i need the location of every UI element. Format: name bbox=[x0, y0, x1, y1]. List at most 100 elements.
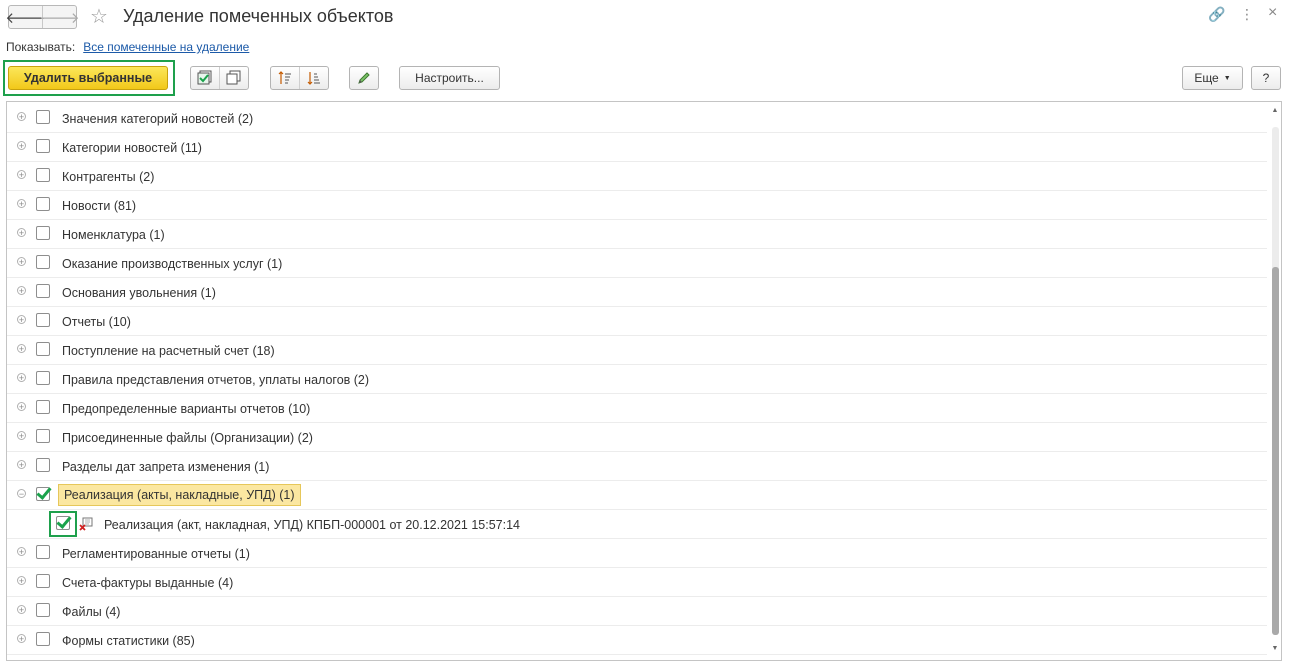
check-all-icon[interactable] bbox=[191, 67, 219, 89]
tree-row[interactable]: + Регламентированные отчеты (1) bbox=[7, 539, 1267, 568]
tree-row-label: Присоединенные файлы (Организации) (2) bbox=[62, 431, 313, 445]
tree-row-label: Предопределенные варианты отчетов (10) bbox=[62, 402, 311, 416]
filter-link[interactable]: Все помеченные на удаление bbox=[83, 40, 249, 54]
tree-row[interactable]: + Отчеты (10) bbox=[7, 307, 1267, 336]
delete-selected-button[interactable]: Удалить выбранные bbox=[8, 66, 168, 90]
tree-row-label: Разделы дат запрета изменения (1) bbox=[62, 460, 270, 474]
tree-row-label: Правила представления отчетов, уплаты на… bbox=[62, 373, 370, 387]
expand-icon[interactable]: + bbox=[17, 257, 26, 267]
tree-row[interactable]: + Номенклатура (1) bbox=[7, 220, 1267, 249]
tree-row-label: Поступление на расчетный счет (18) bbox=[62, 344, 275, 358]
tree-row[interactable]: + Разделы дат запрета изменения (1) bbox=[7, 452, 1267, 481]
expand-icon[interactable]: + bbox=[17, 576, 26, 586]
row-checkbox[interactable] bbox=[36, 574, 50, 588]
row-checkbox[interactable] bbox=[36, 603, 50, 617]
row-checkbox[interactable] bbox=[36, 139, 50, 153]
tree-row-label: Реализация (акт, накладная, УПД) КПБП-00… bbox=[104, 518, 521, 532]
expand-icon[interactable]: + bbox=[17, 286, 26, 296]
expand-icon[interactable]: + bbox=[17, 170, 26, 180]
expand-icon[interactable]: + bbox=[17, 402, 26, 412]
tree-row[interactable]: + Поступление на расчетный счет (18) bbox=[7, 336, 1267, 365]
more-icon[interactable]: ⋮ bbox=[1240, 6, 1254, 23]
expand-icon[interactable]: + bbox=[17, 315, 26, 325]
row-checkbox[interactable] bbox=[36, 197, 50, 211]
navigation-buttons: 🡐 🡒 bbox=[5, 5, 80, 29]
expand-icon[interactable]: + bbox=[17, 228, 26, 238]
tree-row[interactable]: + Контрагенты (2) bbox=[7, 162, 1267, 191]
expand-icon[interactable]: + bbox=[17, 112, 26, 122]
title-bar: 🡐 🡒 ☆ Удаление помеченных объектов 🔗 ⋮ × bbox=[0, 0, 1289, 34]
forward-arrow-icon[interactable]: 🡒 bbox=[39, 6, 80, 28]
scroll-thumb[interactable] bbox=[1272, 267, 1279, 635]
expand-icon[interactable]: + bbox=[17, 141, 26, 151]
row-checkbox-checked[interactable] bbox=[36, 487, 50, 501]
vertical-scrollbar[interactable]: ▲ ▼ bbox=[1271, 105, 1279, 657]
row-checkbox[interactable] bbox=[36, 313, 50, 327]
tree-row-label: Номенклатура (1) bbox=[62, 228, 165, 242]
tree-row[interactable]: + Оказание производственных услуг (1) bbox=[7, 249, 1267, 278]
check-buttons-group bbox=[190, 66, 249, 90]
document-marked-for-deletion-icon bbox=[79, 517, 93, 531]
expand-icon[interactable]: + bbox=[17, 605, 26, 615]
expand-icon[interactable]: + bbox=[17, 634, 26, 644]
row-checkbox[interactable] bbox=[36, 400, 50, 414]
favorite-star-icon[interactable]: ☆ bbox=[90, 4, 108, 29]
tree-row-label: Новости (81) bbox=[62, 199, 137, 213]
row-checkbox[interactable] bbox=[36, 255, 50, 269]
marked-objects-tree: + Значения категорий новостей (2) + Кате… bbox=[6, 101, 1282, 661]
expand-icon[interactable]: + bbox=[17, 344, 26, 354]
sort-ascending-icon[interactable] bbox=[271, 67, 299, 89]
page-title: Удаление помеченных объектов bbox=[123, 6, 394, 26]
help-button[interactable]: ? bbox=[1251, 66, 1281, 90]
tree-row[interactable]: + Файлы (4) bbox=[7, 597, 1267, 626]
row-checkbox[interactable] bbox=[36, 284, 50, 298]
tree-row[interactable]: + Счета-фактуры выданные (4) bbox=[7, 568, 1267, 597]
row-checkbox[interactable] bbox=[36, 226, 50, 240]
tree-row[interactable]: + Предопределенные варианты отчетов (10) bbox=[7, 394, 1267, 423]
tree-row[interactable]: + Категории новостей (11) bbox=[7, 133, 1267, 162]
row-checkbox[interactable] bbox=[36, 168, 50, 182]
edit-button[interactable] bbox=[349, 66, 379, 90]
back-arrow-icon[interactable]: 🡐 bbox=[5, 6, 45, 28]
scroll-up-icon[interactable]: ▲ bbox=[1271, 107, 1279, 114]
row-checkbox[interactable] bbox=[36, 371, 50, 385]
sort-descending-icon[interactable] bbox=[299, 67, 328, 89]
tree-row-label: Оказание производственных услуг (1) bbox=[62, 257, 283, 271]
tree-row[interactable]: + Новости (81) bbox=[7, 191, 1267, 220]
more-button[interactable]: Еще ▼ bbox=[1182, 66, 1243, 90]
row-checkbox[interactable] bbox=[36, 632, 50, 646]
row-checkbox[interactable] bbox=[36, 545, 50, 559]
tree-row[interactable]: + Значения категорий новостей (2) bbox=[7, 104, 1267, 133]
expand-icon[interactable]: + bbox=[17, 373, 26, 383]
tree-row-label: Контрагенты (2) bbox=[62, 170, 155, 184]
tree-row-label: Категории новостей (11) bbox=[62, 141, 202, 155]
pencil-icon bbox=[350, 67, 378, 89]
tree-child-row[interactable]: Реализация (акт, накладная, УПД) КПБП-00… bbox=[7, 510, 1267, 539]
row-checkbox[interactable] bbox=[36, 429, 50, 443]
expand-icon[interactable]: + bbox=[17, 547, 26, 557]
tree-row-label: Отчеты (10) bbox=[62, 315, 131, 329]
tree-row-label: Счета-фактуры выданные (4) bbox=[62, 576, 234, 590]
configure-button[interactable]: Настроить... bbox=[399, 66, 500, 90]
collapse-icon[interactable]: − bbox=[17, 489, 26, 499]
more-button-label: Еще bbox=[1194, 71, 1219, 85]
expand-icon[interactable]: + bbox=[17, 431, 26, 441]
row-checkbox[interactable] bbox=[36, 342, 50, 356]
child-row-checkbox-checked[interactable] bbox=[56, 516, 70, 530]
uncheck-all-icon[interactable] bbox=[219, 67, 248, 89]
tree-row-label: Файлы (4) bbox=[62, 605, 121, 619]
filter-row: Показывать: Все помеченные на удаление bbox=[6, 40, 249, 54]
tree-row[interactable]: + Основания увольнения (1) bbox=[7, 278, 1267, 307]
row-checkbox[interactable] bbox=[36, 458, 50, 472]
scroll-down-icon[interactable]: ▼ bbox=[1271, 645, 1279, 652]
tree-row-selected[interactable]: − Реализация (акты, накладные, УПД) (1) bbox=[7, 481, 1267, 510]
tree-row[interactable]: + Присоединенные файлы (Организации) (2) bbox=[7, 423, 1267, 452]
tree-row[interactable]: + Правила представления отчетов, уплаты … bbox=[7, 365, 1267, 394]
expand-icon[interactable]: + bbox=[17, 199, 26, 209]
tree-row-label: Значения категорий новостей (2) bbox=[62, 112, 254, 126]
close-icon[interactable]: × bbox=[1268, 4, 1277, 22]
expand-icon[interactable]: + bbox=[17, 460, 26, 470]
row-checkbox[interactable] bbox=[36, 110, 50, 124]
link-icon[interactable]: 🔗 bbox=[1208, 6, 1225, 23]
tree-row[interactable]: + Формы статистики (85) bbox=[7, 626, 1267, 655]
